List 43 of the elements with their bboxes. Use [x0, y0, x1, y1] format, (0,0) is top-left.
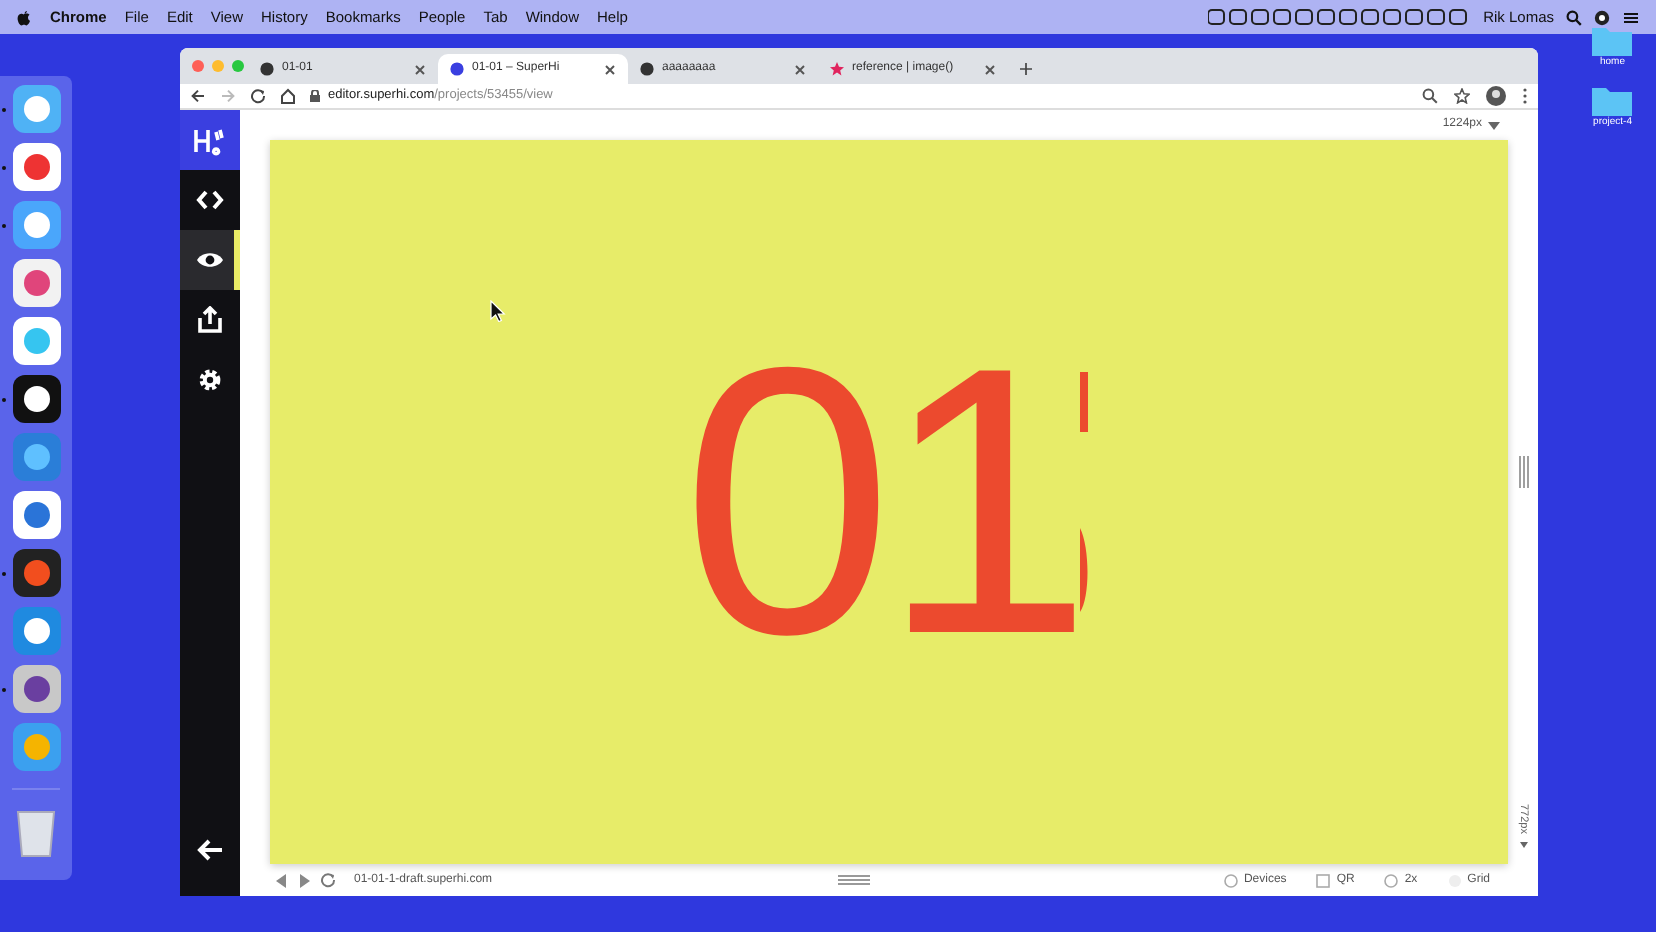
back-icon[interactable] — [190, 88, 206, 104]
sidebar-button[interactable] — [180, 230, 240, 290]
next-icon[interactable] — [298, 873, 310, 887]
plus-icon — [1020, 62, 1032, 76]
trash-icon[interactable] — [14, 806, 58, 858]
more-icon[interactable] — [1522, 88, 1528, 104]
preview-number: 01 — [681, 312, 1081, 692]
favicon-icon — [450, 62, 464, 76]
avatar-icon[interactable] — [1486, 86, 1506, 106]
mouse-pointer-icon — [490, 300, 506, 322]
share-icon — [196, 306, 224, 334]
previous-icon[interactable] — [276, 873, 288, 887]
resize-handle-icon[interactable] — [1517, 456, 1529, 488]
reload-icon[interactable] — [250, 88, 266, 104]
settings-icon — [196, 366, 224, 394]
caret-icon[interactable] — [1519, 842, 1527, 848]
option-icon — [1316, 873, 1331, 887]
status-icons-drawing[interactable] — [1207, 8, 1472, 26]
favicon-icon — [830, 62, 844, 76]
option-icon — [1223, 873, 1238, 887]
lock-icon — [310, 90, 320, 102]
folder-icon[interactable] — [1592, 83, 1633, 115]
code-icon — [196, 186, 224, 214]
close-icon[interactable] — [604, 63, 616, 75]
close-icon[interactable] — [794, 63, 806, 75]
close-icon[interactable] — [984, 63, 996, 75]
arrow-left-icon — [196, 838, 224, 862]
close-icon[interactable] — [414, 63, 426, 75]
circle-icon[interactable] — [1594, 9, 1610, 25]
apple-logo-icon[interactable] — [16, 8, 32, 26]
favicon-icon — [640, 62, 654, 76]
drag-handle-icon[interactable] — [837, 874, 869, 886]
search-icon[interactable] — [1566, 9, 1582, 25]
home-icon[interactable] — [280, 88, 296, 104]
app-icon[interactable] — [11, 374, 61, 424]
menu-icon[interactable] — [1622, 9, 1640, 25]
favicon-icon — [260, 62, 274, 76]
star-icon[interactable] — [1454, 88, 1470, 104]
zoom-icon[interactable] — [1422, 88, 1438, 104]
logo-icon[interactable] — [180, 110, 240, 170]
caret-icon — [1488, 121, 1500, 129]
reload-icon[interactable] — [320, 872, 336, 888]
option-icon — [1384, 873, 1399, 887]
